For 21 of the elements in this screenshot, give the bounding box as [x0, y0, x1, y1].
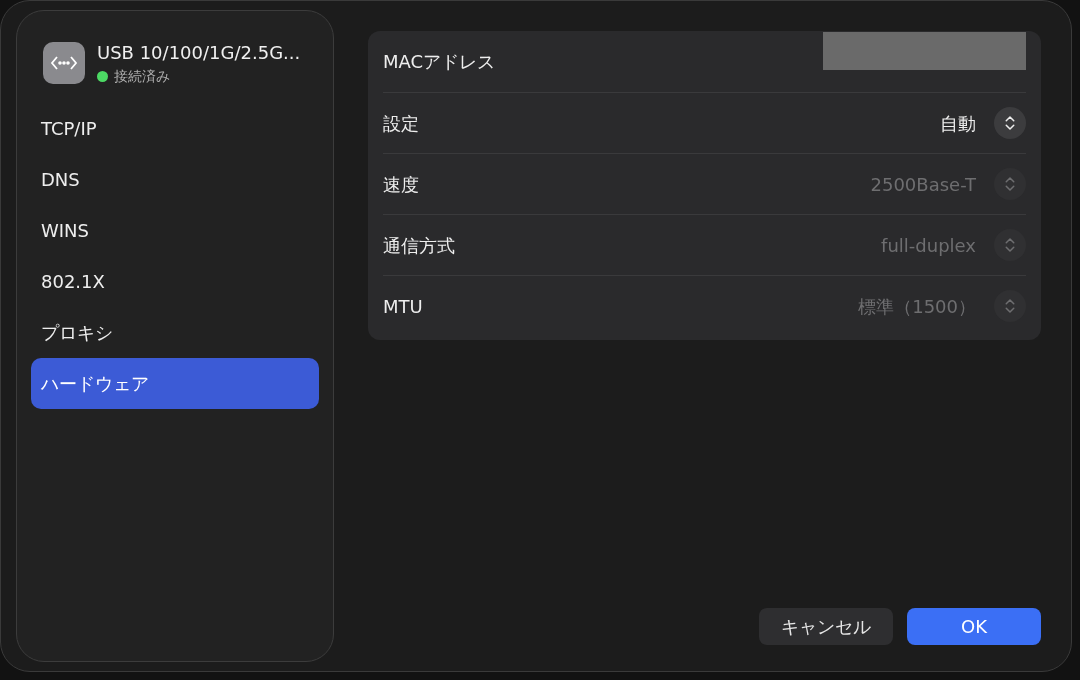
network-device-icon [43, 42, 85, 84]
sidebar-item[interactable]: ハードウェア [31, 358, 319, 409]
sidebar-item[interactable]: WINS [31, 205, 319, 256]
device-name: USB 10/100/1G/2.5G... [97, 41, 301, 65]
row-label: 設定 [383, 111, 419, 136]
ok-button[interactable]: OK [907, 608, 1041, 645]
sidebar-item[interactable]: DNS [31, 154, 319, 205]
row-label: MACアドレス [383, 50, 496, 74]
updown-chevron-icon [994, 229, 1026, 261]
popup-menu[interactable]: 自動 [940, 107, 1026, 139]
sidebar-item[interactable]: プロキシ [31, 307, 319, 358]
sidebar-item[interactable]: TCP/IP [31, 103, 319, 154]
updown-chevron-icon [994, 107, 1026, 139]
updown-chevron-icon [994, 168, 1026, 200]
connection-status: 接続済み [114, 67, 170, 86]
sidebar-item[interactable]: 802.1X [31, 256, 319, 307]
updown-chevron-icon [994, 290, 1026, 322]
row-label: 通信方式 [383, 233, 455, 258]
cancel-button[interactable]: キャンセル [759, 608, 893, 645]
row-label: MTU [383, 294, 423, 319]
row-label: 速度 [383, 172, 419, 197]
